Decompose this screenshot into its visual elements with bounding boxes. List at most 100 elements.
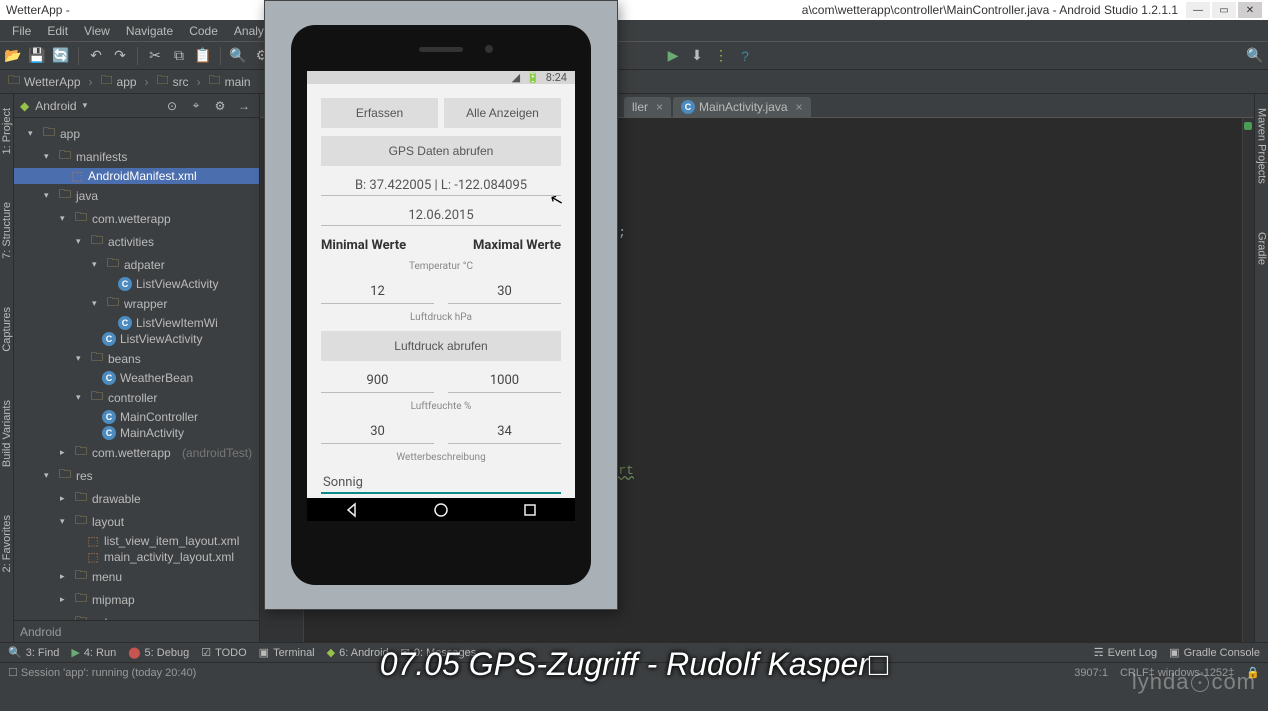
locate-icon[interactable]: ⌖	[187, 97, 205, 115]
tab-terminal[interactable]: ▣Terminal	[259, 646, 315, 659]
tree-node-package[interactable]: ▾🗀com.wetterapp	[14, 207, 259, 230]
back-button[interactable]	[341, 499, 363, 521]
expand-arrow-icon[interactable]: ▸	[60, 493, 70, 504]
paste-icon[interactable]: 📋	[194, 47, 212, 65]
collapse-icon[interactable]: ⊙	[163, 97, 181, 115]
tab-project[interactable]: 1: Project	[1, 104, 13, 158]
feuchte-max-field[interactable]: 34	[448, 420, 561, 444]
menu-code[interactable]: Code	[181, 22, 226, 40]
expand-arrow-icon[interactable]: ▾	[44, 151, 54, 162]
coords-field[interactable]: B: 37.422005 | L: -122.084095	[321, 174, 561, 196]
tree-node-activities[interactable]: ▾🗀activities	[14, 230, 259, 253]
window-minimize-button[interactable]: —	[1186, 2, 1210, 18]
sync-icon[interactable]: 🔄	[52, 47, 70, 65]
expand-arrow-icon[interactable]: ▸	[60, 571, 70, 582]
open-icon[interactable]: 📂	[4, 47, 22, 65]
tree-node-maincontroller[interactable]: CMainController	[14, 409, 259, 425]
close-icon[interactable]: ×	[796, 100, 803, 114]
tree-node-wrapper[interactable]: ▾🗀wrapper	[14, 292, 259, 315]
tree-node-layout-main[interactable]: ⬚main_activity_layout.xml	[14, 549, 259, 565]
window-maximize-button[interactable]: ▭	[1212, 2, 1236, 18]
tree-node-menu[interactable]: ▸🗀menu	[14, 565, 259, 588]
expand-arrow-icon[interactable]: ▾	[92, 259, 102, 270]
druck-max-field[interactable]: 1000	[448, 369, 561, 393]
sdk-icon[interactable]: ⬇	[688, 47, 706, 65]
tab-event-log[interactable]: ☴Event Log	[1094, 646, 1157, 659]
tab-gradle[interactable]: Gradle	[1256, 228, 1268, 269]
tree-node-layout[interactable]: ▾🗀layout	[14, 510, 259, 533]
tree-node-adpater[interactable]: ▾🗀adpater	[14, 253, 259, 276]
search-icon[interactable]: 🔍	[229, 47, 247, 65]
expand-arrow-icon[interactable]: ▸	[60, 447, 70, 458]
date-field[interactable]: 12.06.2015	[321, 204, 561, 226]
tab-captures[interactable]: Captures	[1, 303, 13, 356]
tree-node-java[interactable]: ▾🗀java	[14, 184, 259, 207]
menu-navigate[interactable]: Navigate	[118, 22, 181, 40]
druck-min-field[interactable]: 900	[321, 369, 434, 393]
expand-arrow-icon[interactable]: ▾	[44, 190, 54, 201]
tree-node-manifests[interactable]: ▾🗀manifests	[14, 145, 259, 168]
temp-min-field[interactable]: 12	[321, 280, 434, 304]
tab-todo[interactable]: ☑TODO	[201, 646, 246, 659]
tab-maven[interactable]: Maven Projects	[1256, 104, 1268, 188]
tab-structure[interactable]: 7: Structure	[1, 198, 13, 263]
tree-node-listviewactivity2[interactable]: CListViewActivity	[14, 331, 259, 347]
feuchte-min-field[interactable]: 30	[321, 420, 434, 444]
tree-node-weatherbean[interactable]: CWeatherBean	[14, 370, 259, 386]
emulator-window[interactable]: ◢ 🔋 8:24 Erfassen Alle Anzeigen GPS Date…	[264, 0, 618, 610]
tree-node-mainactivity[interactable]: CMainActivity	[14, 425, 259, 441]
project-tree[interactable]: ▾🗀app ▾🗀manifests ⬚AndroidManifest.xml ▾…	[14, 118, 259, 620]
beschreibung-field[interactable]: Sonnig	[321, 471, 561, 494]
breadcrumb-app[interactable]: 🗀app	[97, 69, 141, 94]
tab-debug[interactable]: ⬤5: Debug	[128, 646, 189, 659]
tree-node-mipmap[interactable]: ▸🗀mipmap	[14, 588, 259, 611]
expand-arrow-icon[interactable]: ▾	[60, 516, 70, 527]
menu-view[interactable]: View	[76, 22, 118, 40]
copy-icon[interactable]: ⧉	[170, 47, 188, 65]
expand-arrow-icon[interactable]: ▾	[76, 353, 86, 364]
gear-icon[interactable]: ⚙	[211, 97, 229, 115]
breadcrumb-src[interactable]: 🗀src	[153, 69, 193, 94]
cut-icon[interactable]: ✂	[146, 47, 164, 65]
close-icon[interactable]: ×	[656, 100, 663, 114]
marker-strip[interactable]	[1242, 118, 1254, 642]
expand-arrow-icon[interactable]: ▾	[76, 236, 86, 247]
tree-node-package-test[interactable]: ▸🗀com.wetterapp (androidTest)	[14, 441, 259, 464]
hide-icon[interactable]: →	[235, 97, 253, 115]
alle-anzeigen-button[interactable]: Alle Anzeigen	[444, 98, 561, 128]
menu-file[interactable]: File	[4, 22, 39, 40]
home-button[interactable]	[430, 499, 452, 521]
tree-node-layout-item[interactable]: ⬚list_view_item_layout.xml	[14, 533, 259, 549]
tree-node-controller[interactable]: ▾🗀controller	[14, 386, 259, 409]
undo-icon[interactable]: ↶	[87, 47, 105, 65]
tree-node-androidmanifest[interactable]: ⬚AndroidManifest.xml	[14, 168, 259, 184]
breadcrumb-root[interactable]: 🗀WetterApp	[4, 69, 85, 94]
android-icon[interactable]: ⋮	[712, 47, 730, 65]
tab-favorites[interactable]: 2: Favorites	[1, 511, 13, 576]
editor-tab-controller[interactable]: ller×	[624, 97, 671, 117]
help-icon[interactable]: ?	[736, 47, 754, 65]
avd-icon[interactable]: ▶	[664, 47, 682, 65]
toolbar-search-icon[interactable]: 🔍	[1246, 47, 1264, 65]
tab-find[interactable]: 🔍3: Find	[8, 646, 59, 659]
tree-node-beans[interactable]: ▾🗀beans	[14, 347, 259, 370]
save-icon[interactable]: 💾	[28, 47, 46, 65]
expand-arrow-icon[interactable]: ▾	[92, 298, 102, 309]
editor-tab-mainactivity[interactable]: CMainActivity.java×	[673, 97, 811, 117]
tree-node-res[interactable]: ▾🗀res	[14, 464, 259, 487]
breadcrumb-main[interactable]: 🗀main	[205, 69, 255, 94]
luftdruck-button[interactable]: Luftdruck abrufen	[321, 331, 561, 361]
tree-node-listviewactivity[interactable]: CListViewActivity	[14, 276, 259, 292]
expand-arrow-icon[interactable]: ▾	[60, 213, 70, 224]
expand-arrow-icon[interactable]: ▾	[44, 470, 54, 481]
expand-arrow-icon[interactable]: ▸	[60, 594, 70, 605]
tab-gradle-console[interactable]: ▣Gradle Console	[1169, 646, 1260, 659]
gps-daten-button[interactable]: GPS Daten abrufen	[321, 136, 561, 166]
tree-node-drawable[interactable]: ▸🗀drawable	[14, 487, 259, 510]
expand-arrow-icon[interactable]: ▾	[76, 392, 86, 403]
tree-node-values[interactable]: ▸🗀values	[14, 611, 259, 620]
expand-arrow-icon[interactable]: ▾	[28, 128, 38, 139]
tab-build-variants[interactable]: Build Variants	[1, 396, 13, 471]
menu-edit[interactable]: Edit	[39, 22, 76, 40]
recents-button[interactable]	[519, 499, 541, 521]
